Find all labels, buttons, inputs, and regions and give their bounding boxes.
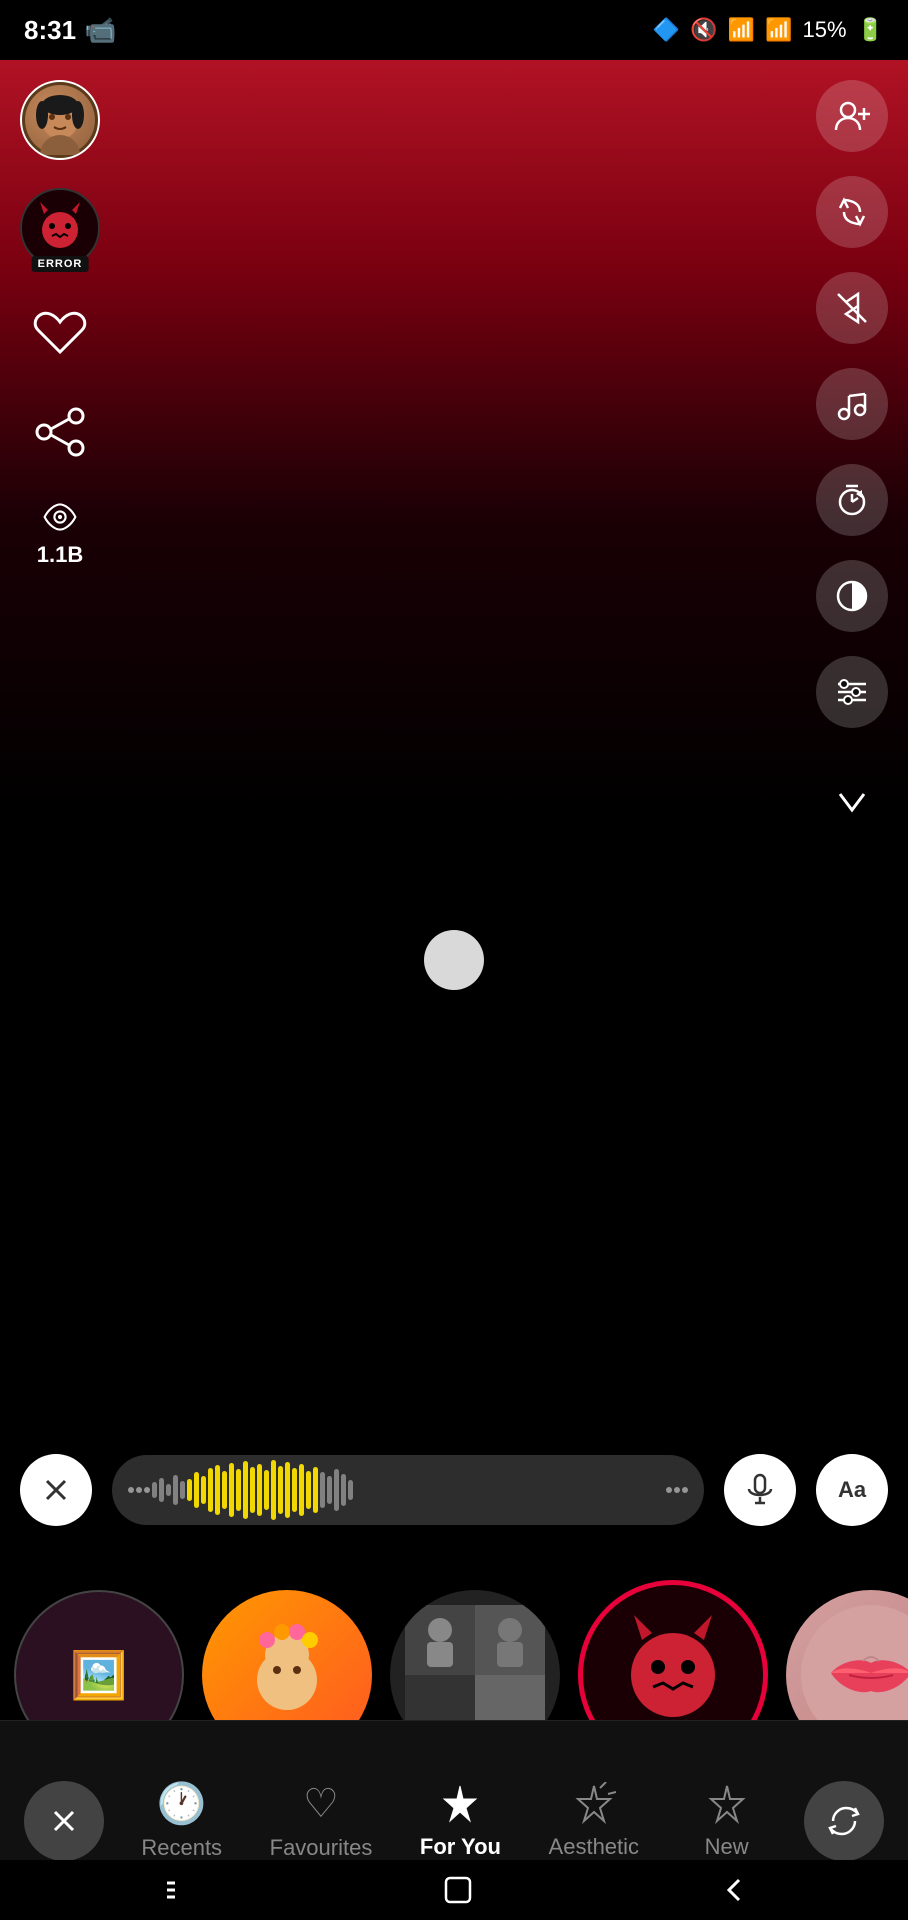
left-sidebar: ERROR 1.1B — [20, 80, 100, 568]
wbar — [299, 1464, 304, 1516]
wbar — [285, 1462, 290, 1518]
battery-icon: 🔋 — [857, 17, 884, 43]
waveform-dot — [682, 1487, 688, 1493]
recents-icon: 🕐 — [157, 1780, 207, 1827]
wbar — [222, 1471, 227, 1509]
wbar — [292, 1468, 297, 1512]
new-icon — [705, 1782, 749, 1826]
nav-aesthetic[interactable]: Aesthetic — [539, 1766, 650, 1876]
for-you-label: For You — [420, 1834, 501, 1860]
status-right: 🔷 🔇 📶 📶 15% 🔋 — [653, 17, 884, 43]
play-pause-indicator[interactable] — [424, 930, 484, 990]
video-area — [0, 0, 908, 1480]
nav-home-button[interactable] — [442, 1874, 474, 1906]
error-badge: ERROR — [32, 256, 89, 272]
wbar — [313, 1467, 318, 1513]
play-timer-button[interactable] — [816, 464, 888, 536]
waveform-close-button[interactable] — [20, 1454, 92, 1526]
wbar — [215, 1465, 220, 1515]
right-sidebar — [816, 80, 888, 832]
add-friend-button[interactable] — [816, 80, 888, 152]
wbar — [201, 1476, 206, 1504]
wbar — [271, 1460, 276, 1520]
wbar — [152, 1482, 157, 1498]
settings-button[interactable] — [816, 656, 888, 728]
wifi-icon: 📶 — [728, 17, 755, 43]
nav-for-you[interactable]: For You — [410, 1766, 511, 1876]
clock: 8:31 — [24, 15, 76, 46]
wbar — [348, 1480, 353, 1500]
camera-status-icon: 📹 — [84, 15, 116, 46]
wbar — [327, 1476, 332, 1504]
status-time: 8:31 📹 — [24, 15, 116, 46]
home-indicator — [0, 1860, 908, 1920]
share-button[interactable] — [24, 396, 96, 468]
waveform-dot — [144, 1487, 150, 1493]
music-button[interactable] — [816, 368, 888, 440]
aesthetic-label: Aesthetic — [549, 1834, 640, 1860]
wbar — [243, 1461, 248, 1519]
wbar — [208, 1468, 213, 1512]
wbar — [334, 1469, 339, 1511]
wbar — [320, 1472, 325, 1508]
aesthetic-icon — [572, 1782, 616, 1826]
wbar — [257, 1464, 262, 1516]
favourites-icon: ♡ — [303, 1781, 339, 1827]
waveform-dot — [666, 1487, 672, 1493]
for-you-icon — [438, 1782, 482, 1826]
wbar — [250, 1467, 255, 1513]
text-overlay-button[interactable]: Aa — [816, 1454, 888, 1526]
wbar — [187, 1479, 192, 1501]
signal-icon: 📶 — [765, 17, 792, 43]
avatar-face — [25, 85, 95, 155]
waveform-dot — [674, 1487, 680, 1493]
wbar — [159, 1478, 164, 1502]
mic-button[interactable] — [724, 1454, 796, 1526]
battery-level: 15% — [803, 17, 847, 43]
waveform-dot — [128, 1487, 134, 1493]
wbar — [264, 1470, 269, 1510]
recents-label: Recents — [141, 1835, 222, 1861]
wbar — [173, 1475, 178, 1505]
nav-back-button[interactable] — [721, 1874, 745, 1906]
wbar — [194, 1472, 199, 1508]
wbar — [341, 1474, 346, 1506]
refresh-button[interactable] — [804, 1781, 884, 1861]
mute-icon: 🔇 — [690, 17, 717, 43]
wbar — [278, 1466, 283, 1514]
wbar — [306, 1471, 311, 1509]
view-count: 1.1B — [37, 542, 83, 568]
chevron-down-button[interactable] — [822, 772, 882, 832]
error-avatar-container[interactable]: ERROR — [20, 188, 100, 268]
bluetooth-off-button[interactable] — [816, 272, 888, 344]
close-filter-button[interactable] — [24, 1781, 104, 1861]
bluetooth-icon: 🔷 — [653, 17, 680, 43]
wbar — [229, 1463, 234, 1517]
nav-menu-button[interactable] — [163, 1876, 195, 1904]
favourites-label: Favourites — [270, 1835, 373, 1861]
like-button[interactable] — [24, 296, 96, 368]
waveform-bars — [152, 1460, 664, 1520]
waveform-dot — [136, 1487, 142, 1493]
contrast-button[interactable] — [816, 560, 888, 632]
user-avatar-container[interactable] — [20, 80, 100, 160]
user-avatar — [20, 80, 100, 160]
repost-button[interactable] — [816, 176, 888, 248]
nav-new[interactable]: New — [677, 1766, 777, 1876]
wbar — [166, 1484, 171, 1496]
new-label: New — [705, 1834, 749, 1860]
wbar — [236, 1469, 241, 1511]
waveform-track[interactable] — [112, 1455, 704, 1525]
views-button[interactable]: 1.1B — [24, 496, 96, 568]
waveform-bar: Aa — [0, 1440, 908, 1540]
status-bar: 8:31 📹 🔷 🔇 📶 📶 15% 🔋 — [0, 0, 908, 60]
wbar — [180, 1481, 185, 1499]
